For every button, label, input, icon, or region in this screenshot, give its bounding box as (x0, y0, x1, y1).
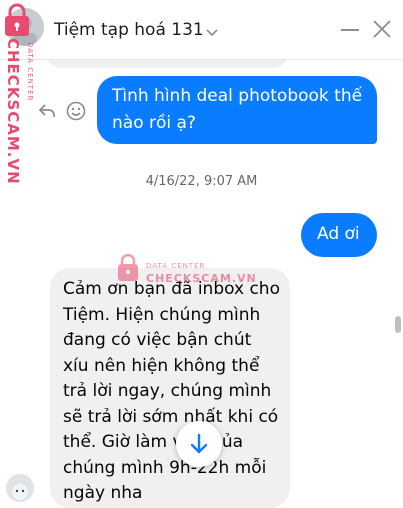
watermark-text: CHECKSCAM.VN (4, 38, 22, 185)
lock-icon (116, 253, 140, 287)
watermark: DATA CENTER CHECKSCAM.VN (116, 253, 256, 289)
chat-header: Tiệm tạp hoá 131 (0, 0, 403, 60)
scrollbar-thumb[interactable] (395, 316, 401, 333)
outgoing-message[interactable]: Tình hình deal photobook thế nào rồi ạ? (97, 76, 377, 144)
incoming-message[interactable]: Cảm ơn bạn đã inbox cho Tiệm. Hiện chúng… (50, 268, 290, 508)
lock-icon (2, 2, 32, 42)
scrollbar[interactable] (392, 60, 403, 500)
outgoing-message[interactable]: Ad ơi (301, 213, 377, 257)
watermark: CHECKSCAM.VN DATA CENTER (0, 0, 36, 185)
reply-icon[interactable] (38, 103, 56, 123)
scroll-to-bottom-button[interactable] (176, 421, 222, 467)
message-timestamp: 4/16/22, 9:07 AM (145, 174, 258, 189)
smiley-icon[interactable] (66, 101, 86, 125)
arrow-down-icon (190, 433, 208, 454)
watermark-subtext: DATA CENTER (146, 262, 206, 270)
watermark-text: CHECKSCAM.VN (146, 272, 257, 285)
minimize-icon[interactable] (341, 29, 359, 31)
chevron-down-icon[interactable] (206, 22, 218, 41)
sender-avatar[interactable] (6, 474, 34, 502)
close-icon[interactable] (372, 19, 392, 43)
conversation-title[interactable]: Tiệm tạp hoá 131 (54, 20, 204, 40)
watermark-subtext: DATA CENTER (26, 42, 34, 102)
